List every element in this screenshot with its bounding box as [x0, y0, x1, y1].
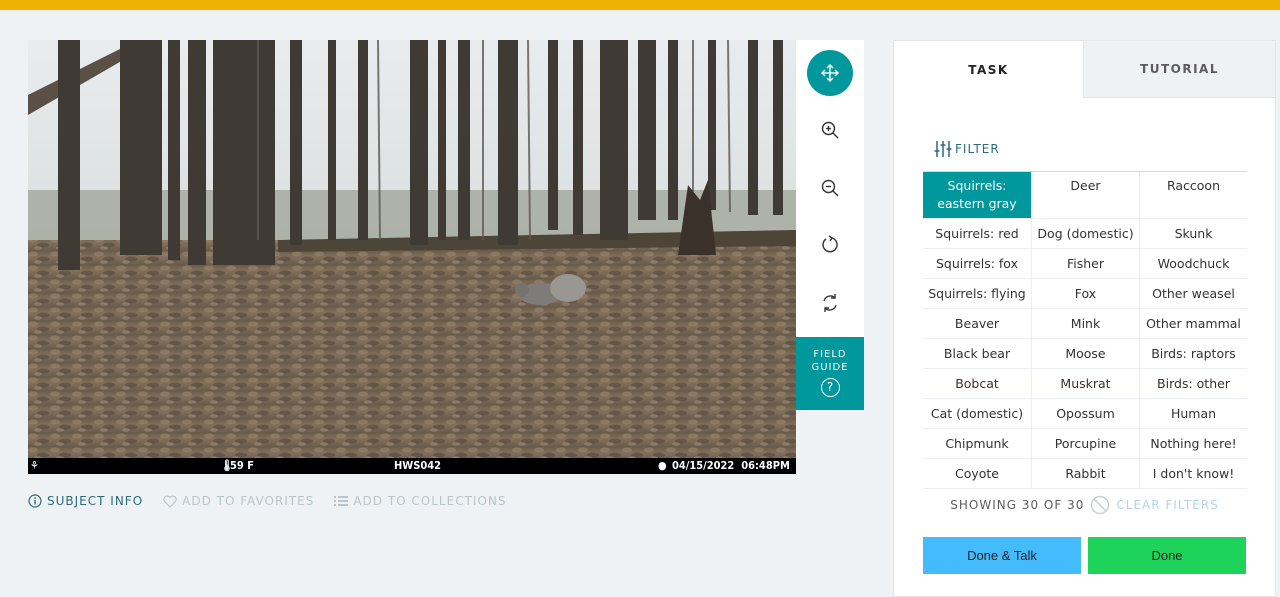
species-choice[interactable]: Other mammal: [1139, 309, 1247, 338]
rotate-icon: [822, 235, 838, 253]
species-grid: Squirrels: eastern gray Deer Raccoon Squirr…: [923, 171, 1247, 489]
species-choice[interactable]: Squirrels: fox: [923, 249, 1031, 278]
camera-timestamp: 04/15/2022 06:48PM: [672, 459, 790, 472]
filter-button[interactable]: FILTER: [934, 139, 1000, 159]
species-choice[interactable]: Cat (domestic): [923, 399, 1031, 428]
species-choice[interactable]: Deer: [1031, 172, 1139, 218]
heart-icon: [163, 495, 177, 508]
species-choice[interactable]: Coyote: [923, 459, 1031, 488]
species-choice[interactable]: Nothing here!: [1139, 429, 1247, 458]
zoom-in-button[interactable]: [807, 107, 853, 153]
species-choice[interactable]: Fox: [1031, 279, 1139, 308]
filter-sliders-icon: [934, 141, 952, 157]
panel-tabs: TASK TUTORIAL: [894, 41, 1275, 98]
species-choice[interactable]: Dog (domestic): [1031, 219, 1139, 248]
camera-temperature: 59 F: [230, 459, 254, 472]
done-button[interactable]: Done: [1088, 537, 1246, 574]
clear-filters-link[interactable]: CLEAR FILTERS: [1116, 498, 1218, 512]
image-toolbar: FIELD GUIDE ?: [796, 40, 864, 410]
move-button[interactable]: [807, 50, 853, 96]
species-choice[interactable]: Squirrels: eastern gray: [923, 172, 1031, 218]
species-choice[interactable]: Squirrels: flying: [923, 279, 1031, 308]
results-count: SHOWING 30 OF 30: [950, 498, 1085, 512]
species-choice[interactable]: Beaver: [923, 309, 1031, 338]
zoom-in-icon: [821, 121, 839, 139]
species-row: Squirrels: flying Fox Other weasel: [923, 279, 1247, 309]
species-choice[interactable]: Porcupine: [1031, 429, 1139, 458]
species-choice[interactable]: I don't know!: [1139, 459, 1247, 488]
species-row: Squirrels: eastern gray Deer Raccoon: [923, 172, 1247, 219]
move-icon: [821, 64, 839, 82]
species-row: Bobcat Muskrat Birds: other: [923, 369, 1247, 399]
add-to-favorites-link[interactable]: ADD TO FAVORITES: [163, 494, 314, 508]
list-icon: [334, 496, 349, 506]
filter-label: FILTER: [955, 142, 1000, 156]
species-row: Black bear Moose Birds: raptors: [923, 339, 1247, 369]
species-choice[interactable]: Squirrels: red: [923, 219, 1031, 248]
zoom-out-button[interactable]: [807, 165, 853, 211]
species-row: Cat (domestic) Opossum Human: [923, 399, 1247, 429]
species-choice[interactable]: Bobcat: [923, 369, 1031, 398]
species-row: Squirrels: fox Fisher Woodchuck: [923, 249, 1247, 279]
species-choice[interactable]: Birds: other: [1139, 369, 1247, 398]
forest-scene: [28, 40, 796, 474]
info-icon: [28, 494, 42, 508]
species-choice[interactable]: Raccoon: [1139, 172, 1247, 218]
species-row: Coyote Rabbit I don't know!: [923, 459, 1247, 489]
camera-logo-icon: ⚘: [30, 459, 39, 472]
subject-info-link[interactable]: SUBJECT INFO: [28, 494, 143, 508]
help-icon: ?: [820, 378, 840, 397]
subject-meta-links: SUBJECT INFO ADD TO FAVORITES ADD TO COL…: [28, 494, 507, 508]
species-choice[interactable]: Rabbit: [1031, 459, 1139, 488]
species-choice[interactable]: Other weasel: [1139, 279, 1247, 308]
rotate-button[interactable]: [807, 222, 853, 268]
moon-icon: ●: [658, 459, 667, 472]
species-choice[interactable]: Mink: [1031, 309, 1139, 338]
tab-task[interactable]: TASK: [894, 41, 1083, 98]
done-and-talk-button[interactable]: Done & Talk: [923, 537, 1081, 574]
species-choice[interactable]: Woodchuck: [1139, 249, 1247, 278]
subject-info-label: SUBJECT INFO: [47, 494, 144, 508]
species-choice[interactable]: Black bear: [923, 339, 1031, 368]
task-panel: TASK TUTORIAL FILTER Squirrels: eastern …: [893, 40, 1276, 597]
species-row: Chipmunk Porcupine Nothing here!: [923, 429, 1247, 459]
species-choice[interactable]: Fisher: [1031, 249, 1139, 278]
species-choice[interactable]: Skunk: [1139, 219, 1247, 248]
field-guide-label: FIELD GUIDE: [811, 349, 849, 373]
reset-button[interactable]: [807, 280, 853, 326]
zoom-out-icon: [821, 179, 839, 197]
subject-image[interactable]: ⚘ 🌡 59 F HWS042 ● 04/15/2022 06:48PM: [28, 40, 796, 474]
species-choice[interactable]: Moose: [1031, 339, 1139, 368]
species-choice[interactable]: Muskrat: [1031, 369, 1139, 398]
field-guide-button[interactable]: FIELD GUIDE ?: [796, 337, 864, 410]
species-choice[interactable]: Opossum: [1031, 399, 1139, 428]
add-to-collections-link[interactable]: ADD TO COLLECTIONS: [334, 494, 506, 508]
add-to-collections-label: ADD TO COLLECTIONS: [353, 494, 507, 508]
species-row: Beaver Mink Other mammal: [923, 309, 1247, 339]
camera-id: HWS042: [394, 459, 441, 472]
add-to-favorites-label: ADD TO FAVORITES: [182, 494, 315, 508]
species-choice[interactable]: Chipmunk: [923, 429, 1031, 458]
top-accent-bar: [0, 0, 1280, 10]
clear-filters-icon[interactable]: [1090, 495, 1110, 515]
species-row: Squirrels: red Dog (domestic) Skunk: [923, 219, 1247, 249]
results-status: SHOWING 30 OF 30 CLEAR FILTERS: [894, 495, 1275, 515]
species-choice[interactable]: Human: [1139, 399, 1247, 428]
camera-info-strip: ⚘ 🌡 59 F HWS042 ● 04/15/2022 06:48PM: [28, 458, 796, 474]
species-choice[interactable]: Birds: raptors: [1139, 339, 1247, 368]
reset-icon: [823, 294, 837, 312]
tab-tutorial[interactable]: TUTORIAL: [1083, 41, 1275, 98]
